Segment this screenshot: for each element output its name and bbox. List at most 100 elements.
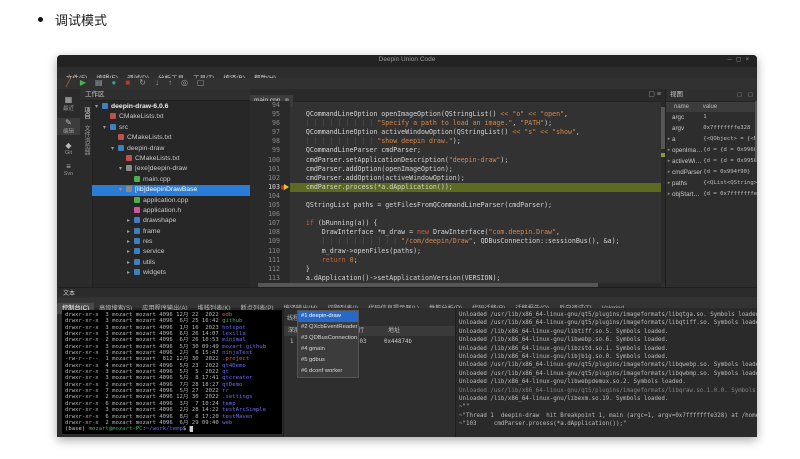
terminal-prompt[interactable]: (base) mozart@mozart-PC:~/work/temp$ █ xyxy=(65,426,282,433)
code-line[interactable]: 104 xyxy=(250,191,661,202)
tree-item[interactable]: ▾ deepin-draw xyxy=(92,144,250,154)
expander-icon[interactable]: ▸ xyxy=(127,216,134,226)
code-line[interactable]: 103 cmdParser.process(*a.dApplication())… xyxy=(250,182,661,192)
code-line[interactable]: 106 xyxy=(250,210,661,220)
variables-panel-header-icons[interactable]: ▢ ▢ xyxy=(737,89,755,101)
code-line[interactable]: 107 if (bRunning(a)) { xyxy=(250,219,661,229)
tree-item[interactable]: ▾ [exe]deepin-draw xyxy=(92,164,250,174)
tree-item[interactable]: main.cpp xyxy=(92,175,250,185)
expander-icon[interactable]: ▸ xyxy=(127,258,134,268)
tree-item[interactable]: CMakeLists.txt xyxy=(92,112,250,122)
line-number[interactable]: 110 xyxy=(250,246,290,256)
variables-scrollbar[interactable] xyxy=(755,101,757,161)
code-line[interactable]: 110 m_draw->openFiles(paths); xyxy=(250,246,661,256)
line-number[interactable]: 102 xyxy=(250,173,290,183)
line-number[interactable]: 112 xyxy=(250,264,290,274)
variable-row[interactable]: ▸a{<QObject> = {<Na d… xyxy=(666,134,757,145)
sidebar-item-recent[interactable]: ▦ 最近 xyxy=(57,95,80,112)
tree-item[interactable]: ▾ [lib]deepinDrawBase xyxy=(92,185,250,196)
variable-row[interactable]: ▸paths{<QList<QString>> =… xyxy=(666,178,757,189)
line-number[interactable]: 109 xyxy=(250,237,290,247)
code-line[interactable]: 102 cmdParser.addOption(activeWindowOpti… xyxy=(250,173,661,183)
tree-item[interactable]: ▸ utils xyxy=(92,258,250,268)
thread-item[interactable]: #2 QXcbEventReader xyxy=(298,322,358,333)
line-number[interactable]: 96 xyxy=(250,119,290,129)
expander-icon[interactable]: ▾ xyxy=(111,144,118,154)
code-line[interactable]: 97 QCommandLineOption activeWindowOption… xyxy=(250,128,661,138)
variable-row[interactable]: ▸objStart…{d = 0x7fffffffe1f0, e… xyxy=(666,189,757,200)
step-out-icon[interactable]: ↑ xyxy=(168,78,172,88)
line-number[interactable]: 111 xyxy=(250,255,290,265)
line-number[interactable]: 94 xyxy=(250,101,290,111)
code-line[interactable]: 101 cmdParser.addOption(openImageOption)… xyxy=(250,164,661,174)
code-area[interactable]: 94 95 QCommandLineOption openImageOption(… xyxy=(250,101,661,283)
line-number[interactable]: 98 xyxy=(250,137,290,147)
expander-icon[interactable]: ▾ xyxy=(119,164,126,174)
start-debug-icon[interactable]: ▶ xyxy=(80,78,86,88)
tree-item[interactable]: application.h xyxy=(92,206,250,216)
expander-icon[interactable]: ▸ xyxy=(127,247,134,257)
line-number[interactable]: 113 xyxy=(250,273,290,283)
window-controls[interactable]: ─▢× xyxy=(728,56,753,63)
code-line[interactable]: 94 xyxy=(250,101,661,111)
title-bar[interactable]: Deepin Union Code ─▢× xyxy=(57,55,757,67)
line-number[interactable]: 106 xyxy=(250,210,290,220)
expander-icon[interactable]: ▾ xyxy=(119,185,126,195)
build-icon[interactable]: ╱ xyxy=(66,78,71,88)
editor-tabbar-menu-icon[interactable]: ▢ ≡ xyxy=(648,90,661,98)
terminal[interactable]: drwxr-xr-x 3 mozart mozart 4096 12月 22 2… xyxy=(62,310,282,434)
expander-icon[interactable]: ▾ xyxy=(95,102,102,112)
code-line[interactable]: 112 } xyxy=(250,264,661,274)
thread-item[interactable]: #5 gdbus xyxy=(298,355,358,366)
tree-item[interactable]: ▸ widgets xyxy=(92,268,250,278)
tree-item[interactable]: application.cpp xyxy=(92,196,250,206)
line-number[interactable]: 108 xyxy=(250,228,290,238)
tree-item[interactable]: CMakeLists.txt xyxy=(92,133,250,143)
thread-dropdown[interactable]: #1 deepin-draw #2 QXcbEventReader #3 QDBus… xyxy=(297,310,359,378)
tree-item[interactable]: ▸ res xyxy=(92,237,250,247)
stop-icon[interactable]: ■ xyxy=(125,78,130,88)
vertical-tab[interactable]: 项目 xyxy=(82,107,91,119)
code-line[interactable]: 96 │ │ │ │ │ │ │ │ │ "Specify a path to … xyxy=(250,119,661,129)
code-line[interactable]: 100 cmdParser.setApplicationDescription(… xyxy=(250,155,661,165)
remote-debug-icon[interactable]: ▢ xyxy=(197,78,205,88)
tree-item[interactable]: ▾ deepin-draw-6.0.6 xyxy=(92,102,250,112)
variable-row[interactable]: ▸ cmdParser {d = 0x994f90} xyxy=(666,167,757,178)
variable-row[interactable]: argv 0x7fffffffe328 xyxy=(666,123,757,134)
settings-icon[interactable]: ◎ xyxy=(181,78,188,88)
code-line[interactable]: 95 QCommandLineOption openImageOption(QS… xyxy=(250,110,661,120)
line-number[interactable]: 107 xyxy=(250,219,290,229)
line-number[interactable]: 95 xyxy=(250,110,290,120)
continue-icon[interactable]: ● xyxy=(112,78,117,88)
code-line[interactable]: 105 QStringList paths = getFilesFromQCom… xyxy=(250,201,661,211)
thread-item[interactable]: #4 gmain xyxy=(298,344,358,355)
code-line[interactable]: 113 a.dApplication()->setApplicationVers… xyxy=(250,273,661,283)
tree-item[interactable]: ▸ frame xyxy=(92,227,250,237)
line-number[interactable]: 104 xyxy=(250,191,290,202)
variable-row[interactable]: ▸activeWi…{d = {d = 0x9950f3}} xyxy=(666,156,757,167)
tree-item[interactable]: ▸ drawshape xyxy=(92,216,250,226)
sidebar-item-edit[interactable]: ✎ 编辑 xyxy=(57,118,80,135)
sidebar-item-svn[interactable]: ≡ Svn xyxy=(57,162,80,177)
thread-item[interactable]: #6 dconf worker xyxy=(298,366,358,377)
attach-icon[interactable]: ▤ xyxy=(95,78,103,88)
sidebar-item-git[interactable]: ◆ Git xyxy=(57,141,80,156)
expander-icon[interactable]: ▸ xyxy=(127,227,134,237)
minimize-icon[interactable]: ─ xyxy=(728,57,736,63)
line-number[interactable]: 99 xyxy=(250,146,290,156)
line-number[interactable]: 100 xyxy=(250,155,290,165)
step-into-icon[interactable]: ↓ xyxy=(155,78,159,88)
expander-icon[interactable]: ▸ xyxy=(127,268,134,278)
tree-item[interactable]: CMakeLists.txt xyxy=(92,154,250,164)
line-number[interactable]: 101 xyxy=(250,164,290,174)
line-number[interactable]: 97 xyxy=(250,128,290,138)
code-line[interactable]: 108 DrawInterface *m_draw = new DrawInte… xyxy=(250,228,661,238)
code-line[interactable]: 98 │ │ │ │ │ │ │ │ │ "show deepin draw."… xyxy=(250,137,661,147)
expander-icon[interactable]: ▸ xyxy=(127,237,134,247)
tree-item[interactable]: ▾ src xyxy=(92,123,250,133)
thread-item[interactable]: #3 QDBusConnection xyxy=(298,333,358,344)
thread-item[interactable]: #1 deepin-draw xyxy=(298,311,358,322)
close-icon[interactable]: × xyxy=(745,57,753,63)
code-line[interactable]: 99 QCommandLineParser cmdParser; xyxy=(250,146,661,156)
vertical-tab[interactable]: 文件浏览器 xyxy=(82,125,91,155)
